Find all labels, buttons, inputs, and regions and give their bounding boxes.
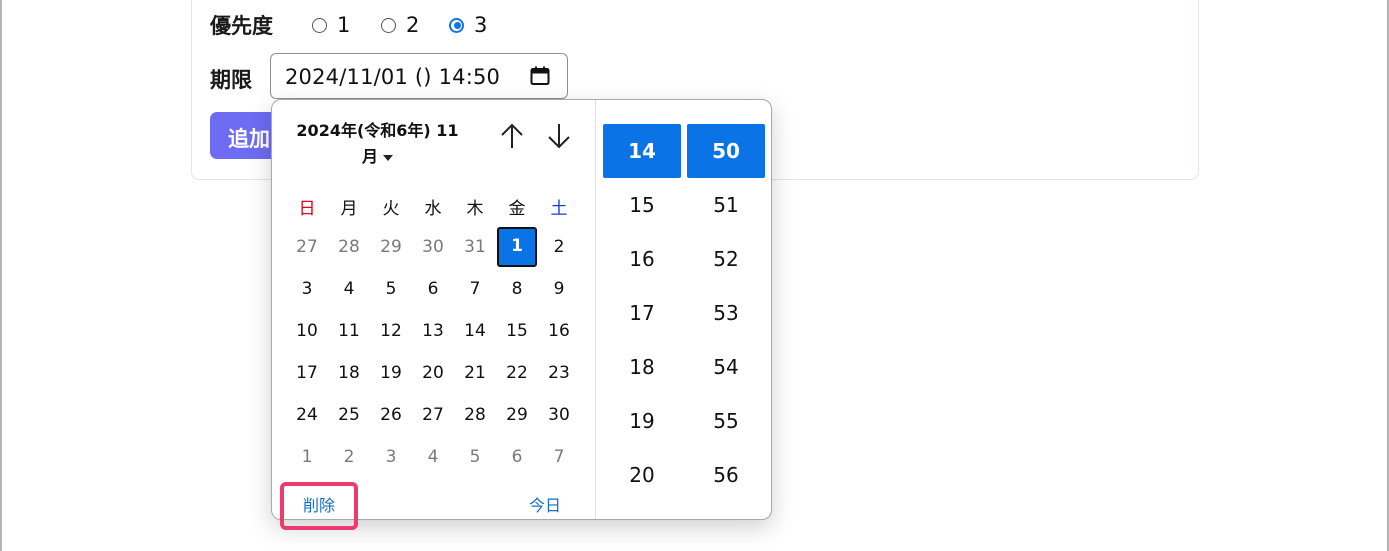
clear-button-label: 削除: [302, 496, 335, 515]
calendar-day[interactable]: 27: [287, 227, 327, 267]
calendar-day[interactable]: 9: [539, 269, 579, 309]
arrow-up-icon: [501, 123, 523, 148]
calendar-day[interactable]: 29: [371, 227, 411, 267]
calendar-day[interactable]: 25: [329, 395, 369, 435]
calendar-day[interactable]: 10: [287, 311, 327, 351]
calendar-day[interactable]: 7: [539, 437, 579, 477]
next-month-button[interactable]: [544, 120, 574, 152]
calendar-day[interactable]: 27: [413, 395, 453, 435]
calendar-day[interactable]: 30: [413, 227, 453, 267]
calendar-day[interactable]: 3: [371, 437, 411, 477]
calendar-day[interactable]: 29: [497, 395, 537, 435]
calendar-day[interactable]: 20: [413, 353, 453, 393]
weekday-label: 土: [550, 199, 568, 219]
priority-radio-2[interactable]: 2: [381, 13, 419, 37]
calendar-day[interactable]: 8: [497, 269, 537, 309]
calendar-day[interactable]: 23: [539, 353, 579, 393]
hour-option[interactable]: 15: [603, 178, 681, 232]
weekday-label: 金: [508, 199, 526, 219]
priority-option-label: 1: [337, 13, 351, 37]
deadline-value: 2024/11/01 () 14:50: [285, 65, 501, 89]
calendar-day[interactable]: 3: [287, 269, 327, 309]
hour-option[interactable]: 18: [603, 340, 681, 394]
caret-down-icon: [383, 154, 393, 161]
clear-button[interactable]: 削除: [280, 482, 358, 530]
radio-circle-checked[interactable]: [449, 17, 464, 33]
calendar-day[interactable]: 12: [371, 311, 411, 351]
minute-option[interactable]: 53: [687, 286, 765, 340]
weekday-label: 水: [424, 199, 442, 219]
calendar-day[interactable]: 4: [413, 437, 453, 477]
calendar-day[interactable]: 14: [455, 311, 495, 351]
minute-option-selected[interactable]: 50: [687, 124, 765, 178]
calendar-day[interactable]: 28: [455, 395, 495, 435]
calendar-day[interactable]: 13: [413, 311, 453, 351]
weekday-label: 日: [298, 199, 316, 219]
arrow-down-icon: [548, 124, 570, 149]
radio-circle[interactable]: [312, 17, 327, 33]
today-button-label: 今日: [528, 496, 561, 515]
minute-option[interactable]: 55: [687, 394, 765, 448]
calendar-day-selected[interactable]: 1: [497, 227, 537, 267]
picker-divider: [595, 100, 596, 519]
month-year-selector[interactable]: 2024年(令和6年) 11 月: [290, 118, 465, 170]
calendar-day[interactable]: 21: [455, 353, 495, 393]
calendar-day[interactable]: 16: [539, 311, 579, 351]
minute-option[interactable]: 51: [687, 178, 765, 232]
hour-option[interactable]: 17: [603, 286, 681, 340]
calendar-day[interactable]: 22: [497, 353, 537, 393]
minute-column[interactable]: 50 51 52 53 54 55 56: [687, 124, 765, 502]
priority-label: 優先度: [210, 14, 273, 38]
calendar-day[interactable]: 5: [371, 269, 411, 309]
hour-option[interactable]: 19: [603, 394, 681, 448]
priority-radio-1[interactable]: 1: [312, 13, 350, 37]
weekday-label: 火: [382, 199, 400, 219]
calendar-day[interactable]: 6: [497, 437, 537, 477]
calendar-day[interactable]: 26: [371, 395, 411, 435]
priority-option-label: 3: [474, 13, 488, 37]
calendar-day[interactable]: 2: [329, 437, 369, 477]
calendar-day[interactable]: 31: [455, 227, 495, 267]
minute-option[interactable]: 52: [687, 232, 765, 286]
calendar-day[interactable]: 17: [287, 353, 327, 393]
hour-option[interactable]: 20: [603, 448, 681, 502]
calendar-day[interactable]: 4: [329, 269, 369, 309]
calendar-day[interactable]: 24: [287, 395, 327, 435]
prev-month-button[interactable]: [497, 120, 527, 152]
month-title-line2: 月: [361, 147, 378, 166]
deadline-label: 期限: [210, 68, 252, 92]
calendar-day[interactable]: 19: [371, 353, 411, 393]
hour-option[interactable]: 16: [603, 232, 681, 286]
priority-radio-3[interactable]: 3: [449, 13, 487, 37]
calendar-day[interactable]: 11: [329, 311, 369, 351]
calendar-day[interactable]: 1: [287, 437, 327, 477]
add-button-label: 追加: [228, 127, 270, 151]
deadline-datetime-input[interactable]: 2024/11/01 () 14:50: [270, 53, 568, 99]
calendar-day[interactable]: 6: [413, 269, 453, 309]
calendar-day[interactable]: 2: [539, 227, 579, 267]
month-title-line1: 2024年(令和6年) 11: [296, 121, 459, 140]
calendar-icon[interactable]: [530, 66, 550, 86]
calendar-day[interactable]: 28: [329, 227, 369, 267]
weekday-label: 月: [340, 199, 358, 219]
minute-option[interactable]: 54: [687, 340, 765, 394]
today-button[interactable]: 今日: [520, 494, 570, 518]
calendar-day[interactable]: 7: [455, 269, 495, 309]
minute-option[interactable]: 56: [687, 448, 765, 502]
hour-option-selected[interactable]: 14: [603, 124, 681, 178]
calendar-day[interactable]: 15: [497, 311, 537, 351]
radio-circle[interactable]: [381, 17, 396, 33]
priority-option-label: 2: [406, 13, 420, 37]
calendar-day[interactable]: 18: [329, 353, 369, 393]
hour-column[interactable]: 14 15 16 17 18 19 20: [603, 124, 681, 502]
calendar-day[interactable]: 30: [539, 395, 579, 435]
datetime-picker-popup: 2024年(令和6年) 11 月 日月火水木金土 27 28 29 30 31 1 2 3 4 5…: [271, 99, 772, 530]
calendar-day[interactable]: 5: [455, 437, 495, 477]
weekday-label: 木: [466, 199, 484, 219]
